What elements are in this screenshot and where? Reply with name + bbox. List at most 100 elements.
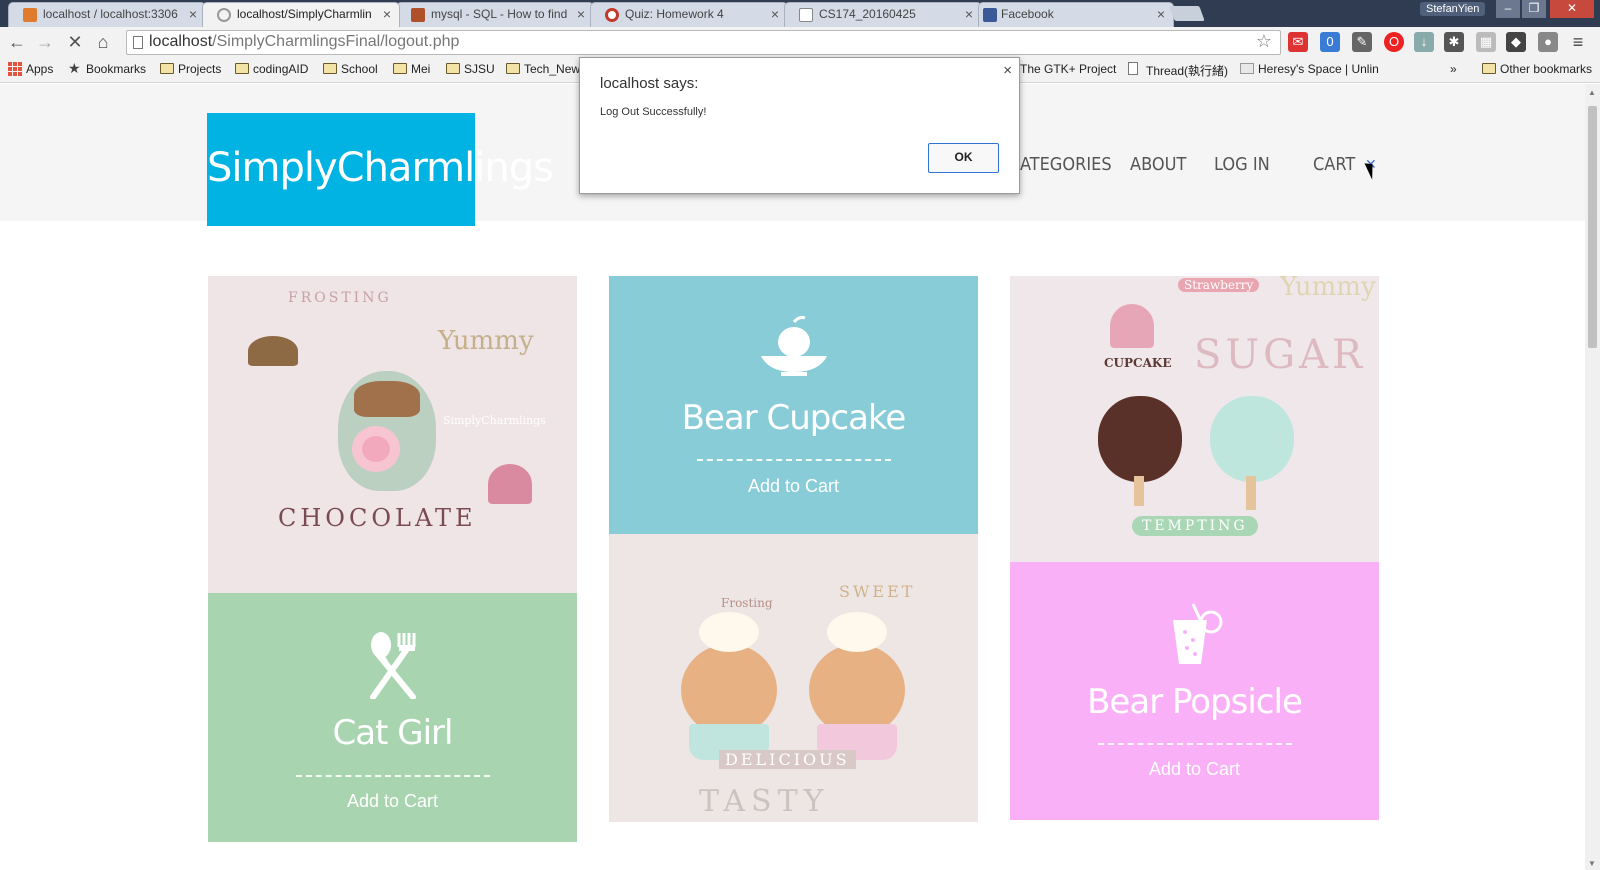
scroll-up-icon[interactable]: ▲ [1588, 88, 1596, 97]
extension-badge-icon[interactable]: 0 [1320, 32, 1340, 52]
bookmark-school[interactable]: School [323, 62, 378, 76]
close-window-button[interactable]: ✕ [1550, 0, 1594, 18]
nav-login[interactable]: LOG IN [1214, 154, 1270, 175]
bookmark-gtk[interactable]: The GTK+ Project [1020, 62, 1116, 76]
product-figure [1134, 476, 1144, 506]
close-tab-icon[interactable]: × [383, 6, 391, 22]
site-logo[interactable]: SimplyCharmlings [207, 113, 554, 226]
add-to-cart-button[interactable]: Add to Cart [609, 476, 978, 497]
stop-button[interactable]: ✕ [64, 31, 86, 53]
tab-label: mysql - SQL - How to find [431, 7, 568, 21]
cupcake-icon [1110, 304, 1154, 348]
folder-icon [446, 63, 460, 74]
browser-toolbar: ← → ✕ ⌂ localhost/SimplyCharmlingsFinal/… [0, 27, 1600, 58]
photo-text: TASTY [699, 784, 830, 819]
bookmark-apps[interactable]: Apps [8, 62, 53, 76]
maximize-button[interactable]: ❐ [1522, 0, 1546, 18]
vertical-scrollbar[interactable]: ▲ ▼ [1585, 84, 1600, 870]
photo-text: Frosting [721, 596, 773, 610]
minimize-button[interactable]: – [1496, 0, 1520, 18]
tab-facebook[interactable]: Facebook × [978, 2, 1174, 27]
watermark: SimplyCharmlings [443, 414, 546, 427]
settings-extension-icon[interactable]: ● [1538, 32, 1558, 52]
product-info: Bear Cupcake Add to Cart [609, 276, 978, 534]
cupcake-icon [827, 612, 887, 652]
scroll-down-icon[interactable]: ▼ [1588, 859, 1596, 868]
more-bookmarks-button[interactable]: » [1450, 62, 1457, 76]
ok-button[interactable]: OK [928, 143, 999, 173]
cupcake-icon [681, 644, 777, 736]
grey-extension-icon[interactable]: ▦ [1476, 32, 1496, 52]
nav-about[interactable]: ABOUT [1130, 154, 1186, 175]
product-title[interactable]: Bear Popsicle [1010, 682, 1379, 722]
tab-cs174[interactable]: CS174_20160425 × [784, 2, 982, 27]
forward-button[interactable]: → [34, 31, 56, 53]
url-path: /SimplyCharmlingsFinal/logout.php [212, 33, 460, 50]
photo-text: DELICIOUS [719, 750, 856, 769]
close-icon[interactable]: × [1003, 62, 1012, 79]
nav-cart[interactable]: CART [1313, 154, 1355, 175]
product-title[interactable]: Cat Girl [208, 713, 577, 753]
folder-icon [506, 63, 520, 74]
tab-label: localhost / localhost:3306 [43, 7, 178, 21]
bookmark-tech-new[interactable]: Tech_New [506, 62, 580, 76]
tab-simplycharmlings[interactable]: localhost/SimplyCharmlin × [202, 2, 400, 27]
product-card-bear-popsicle[interactable]: Strawberry Yummy SUGAR CUPCAKE TEMPTING … [1010, 276, 1379, 820]
menu-icon[interactable]: ≡ [1568, 32, 1588, 52]
separator [696, 459, 891, 461]
page-icon [133, 36, 143, 49]
photo-text: FROSTING [288, 290, 392, 306]
gmail-icon[interactable]: ✉ [1288, 32, 1308, 52]
photo-text: Strawberry [1178, 278, 1260, 292]
drink-icon [1172, 603, 1222, 664]
tab-stackoverflow[interactable]: mysql - SQL - How to find × [396, 2, 594, 27]
pen-extension-icon[interactable]: ✎ [1352, 32, 1372, 52]
tab-phpmyadmin[interactable]: localhost / localhost:3306 × [8, 2, 206, 27]
bookmark-thread[interactable]: Thread(執行緒) [1128, 62, 1228, 79]
page-icon [1128, 62, 1138, 75]
product-card-bear-cupcake[interactable]: Bear Cupcake Add to Cart Frosting SWEET … [609, 276, 978, 822]
bookmark-sjsu[interactable]: SJSU [446, 62, 495, 76]
bookmark-projects[interactable]: Projects [160, 62, 221, 76]
product-photo: FROSTING Yummy CHOCOLATE SimplyCharmling… [208, 276, 577, 593]
product-title[interactable]: Bear Cupcake [609, 398, 978, 438]
pocket-icon[interactable]: ◆ [1506, 32, 1526, 52]
photo-text: SWEET [839, 582, 916, 601]
close-tab-icon[interactable]: × [771, 6, 779, 22]
tab-quiz[interactable]: Quiz: Homework 4 × [590, 2, 788, 27]
folder-icon [393, 63, 407, 74]
address-bar[interactable]: localhost/SimplyCharmlingsFinal/logout.p… [126, 30, 1281, 55]
bookmark-heresy[interactable]: Heresy's Space | Unlin [1240, 62, 1379, 76]
add-to-cart-button[interactable]: Add to Cart [1010, 759, 1379, 780]
facebook-icon [983, 8, 997, 22]
cupcake-icon [248, 336, 298, 366]
profile-button[interactable]: StefanYien [1420, 2, 1486, 16]
home-button[interactable]: ⌂ [92, 31, 114, 53]
nav-categories[interactable]: ATEGORIES [1020, 154, 1112, 175]
bookmark-codingaid[interactable]: codingAID [235, 62, 308, 76]
back-button[interactable]: ← [6, 31, 28, 53]
product-figure [354, 381, 420, 417]
photo-text: Yummy [1280, 276, 1376, 302]
close-tab-icon[interactable]: × [189, 6, 197, 22]
new-tab-button[interactable] [1169, 6, 1205, 21]
download-icon[interactable]: ↓ [1414, 32, 1434, 52]
opera-icon[interactable]: O [1384, 32, 1404, 52]
folder-icon [160, 63, 174, 74]
bookmark-mei[interactable]: Mei [393, 62, 430, 76]
quill-icon [1240, 63, 1254, 74]
scrollbar-thumb[interactable] [1588, 106, 1597, 348]
close-tab-icon[interactable]: × [577, 6, 585, 22]
bookmark-star-icon[interactable]: ☆ [1256, 31, 1272, 52]
product-card-cat-girl[interactable]: FROSTING Yummy CHOCOLATE SimplyCharmling… [208, 276, 577, 842]
apple-bowl-icon [760, 316, 827, 376]
canvas-icon [605, 8, 619, 22]
puzzle-extension-icon[interactable]: ✱ [1444, 32, 1464, 52]
product-figure [1246, 476, 1256, 510]
close-tab-icon[interactable]: × [965, 6, 973, 22]
folder-icon [1482, 63, 1496, 74]
bookmark-bookmarks[interactable]: ★ Bookmarks [68, 60, 146, 76]
bookmark-other[interactable]: Other bookmarks [1482, 62, 1592, 76]
close-tab-icon[interactable]: × [1157, 6, 1165, 22]
add-to-cart-button[interactable]: Add to Cart [208, 791, 577, 812]
